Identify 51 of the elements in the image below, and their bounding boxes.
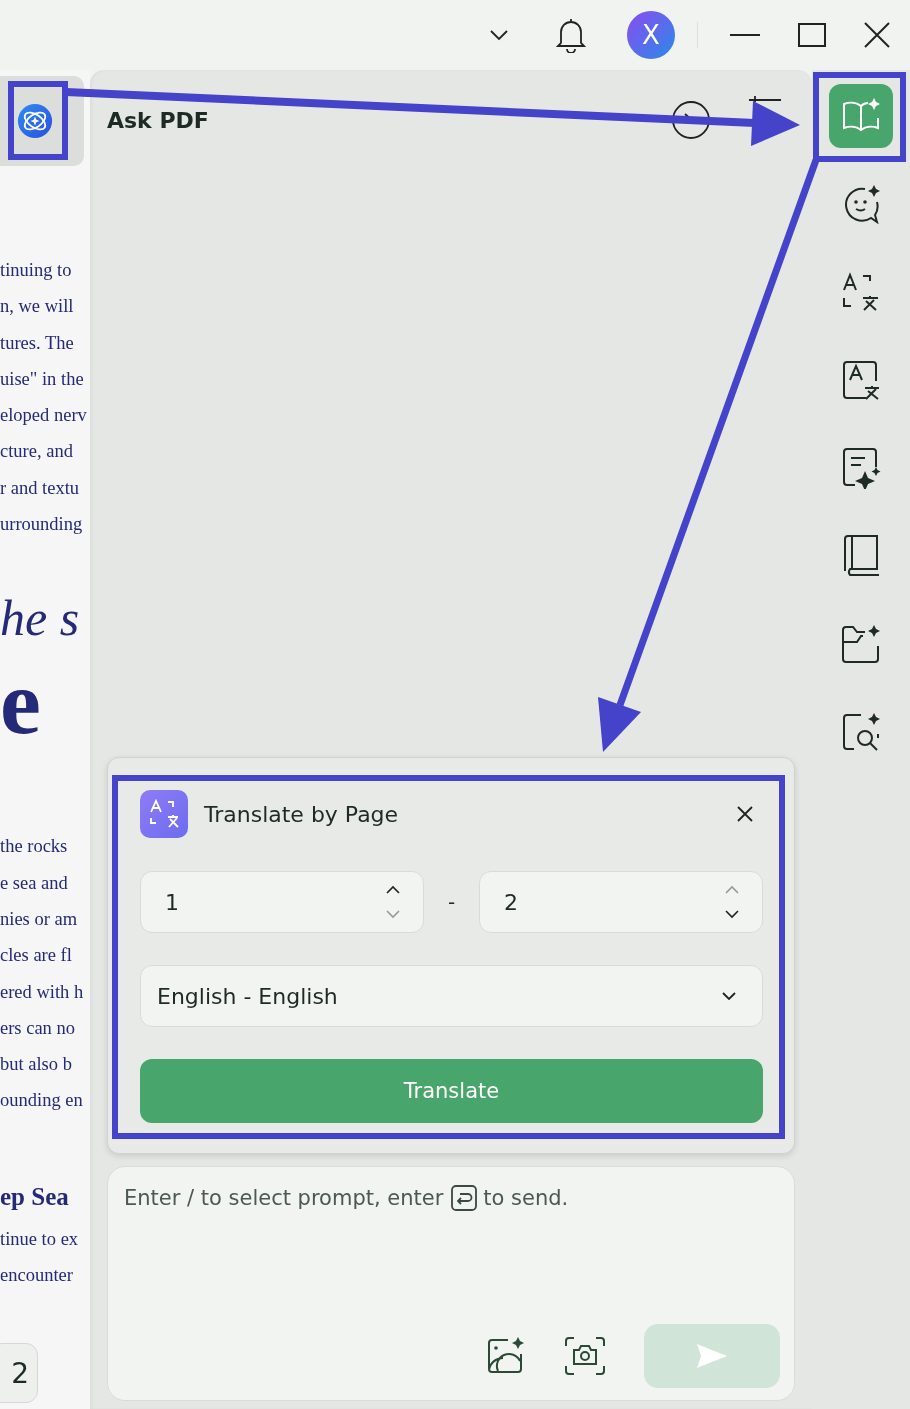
document-text-line: tinuing to <box>0 259 73 282</box>
enter-key-icon <box>451 1185 478 1211</box>
user-avatar[interactable]: X <box>627 11 675 59</box>
history-icon[interactable] <box>671 100 711 140</box>
logo-icon <box>17 103 53 139</box>
document-text-line: the rocks <box>0 835 69 859</box>
page-number-field[interactable]: 2 <box>0 1343 38 1403</box>
document-text-line: ers can no <box>0 1016 76 1040</box>
image-sparkle-icon[interactable] <box>486 1336 526 1376</box>
document-text-line: encounter <box>0 1264 74 1288</box>
document-text-line: ounding en <box>0 1089 84 1113</box>
document-sparkle-icon <box>841 447 881 489</box>
close-icon[interactable] <box>864 22 890 48</box>
send-icon <box>697 1344 727 1368</box>
translate-icon <box>841 272 881 312</box>
document-text-line: urrounding <box>0 513 84 537</box>
document-text-line: e sea and <box>0 871 69 895</box>
page-from-field[interactable]: 1 <box>140 871 424 933</box>
document-subtitle: he s <box>0 589 81 649</box>
document-text-line: eloped nerv <box>0 404 88 428</box>
document-text-line: r and textu <box>0 476 81 500</box>
document-text-line: nies or am <box>0 907 79 931</box>
book-icon <box>842 535 880 577</box>
document-heading: ep Sea <box>0 1181 70 1212</box>
page-to-field[interactable]: 2 <box>479 871 763 933</box>
document-text-line: cture, and <box>0 440 74 464</box>
card-title: Translate by Page <box>204 801 400 827</box>
maximize-icon[interactable] <box>798 23 826 47</box>
document-text-line: cles are fl <box>0 944 73 968</box>
translate-icon <box>140 790 188 838</box>
document-text-line: but also b <box>0 1053 73 1077</box>
folder-sparkle-icon <box>841 624 881 664</box>
document-text-line: uise" in the <box>0 367 85 391</box>
panel-title: Ask PDF <box>107 107 210 133</box>
translate-page-icon <box>841 360 881 400</box>
language-dropdown[interactable]: English - English <box>140 965 763 1027</box>
minimize-icon[interactable] <box>730 33 760 37</box>
document-text-line: n, we will <box>0 295 75 319</box>
close-icon[interactable] <box>737 806 753 822</box>
screenshot-camera-icon[interactable] <box>564 1336 606 1376</box>
chevron-down-icon <box>722 992 736 1000</box>
search-sparkle-icon <box>841 712 881 752</box>
bell-icon[interactable] <box>555 17 587 53</box>
sliders-icon[interactable] <box>747 96 781 102</box>
book-sparkle-icon <box>841 98 881 134</box>
document-text-line: tures. The <box>0 331 75 355</box>
document-text-line: tinue to ex <box>0 1227 80 1251</box>
document-text-line: ered with h <box>0 980 85 1004</box>
range-separator: - <box>447 890 456 914</box>
prompt-field[interactable]: Enter / to select prompt, enter to send. <box>107 1166 795 1401</box>
document-title: e <box>0 652 42 753</box>
